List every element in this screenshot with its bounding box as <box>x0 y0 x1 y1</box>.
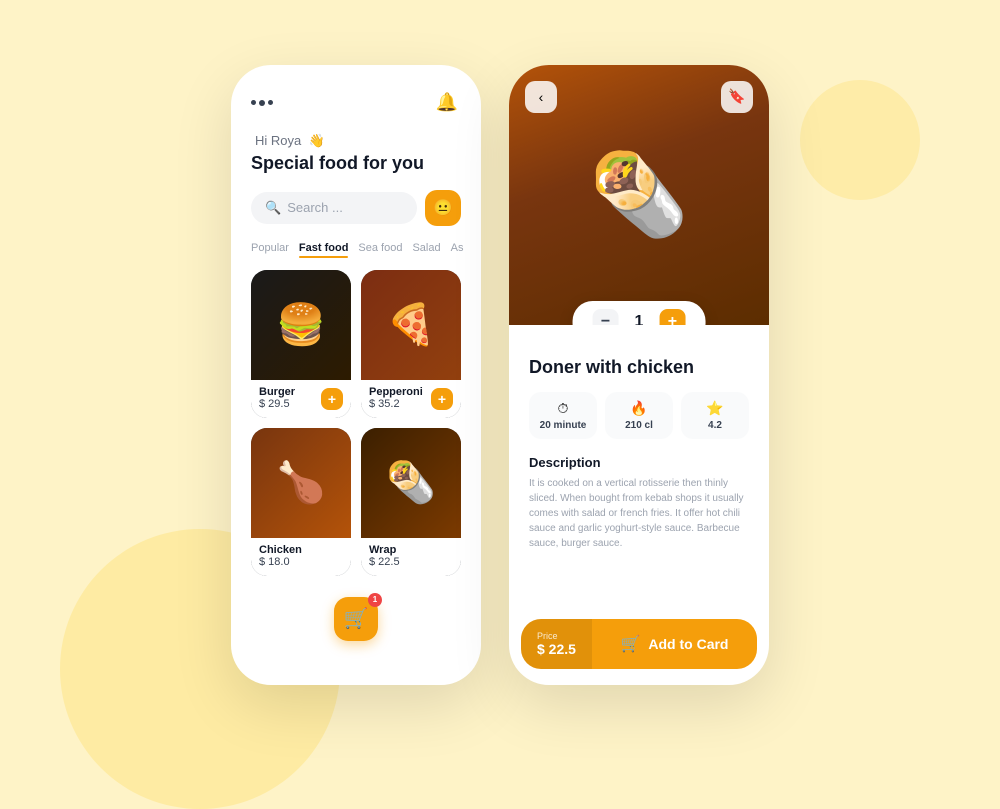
dot-3 <box>268 100 273 105</box>
search-input-wrap[interactable]: 🔍 Search ... <box>251 192 417 224</box>
description-title: Description <box>529 455 749 470</box>
price-label: Price <box>537 631 576 641</box>
wrap-price: $ 22.5 <box>369 556 453 568</box>
greeting-emoji: 👋 <box>309 133 325 148</box>
quantity-bar: − 1 + <box>573 301 706 325</box>
burger-image: 🍔 <box>251 270 351 380</box>
food-hero-image: 🌯 ‹ 🔖 − 1 + <box>509 65 769 325</box>
chicken-info: Chicken $ 18.0 <box>251 538 351 576</box>
stat-calories: 🔥 210 cl <box>605 392 673 439</box>
fire-icon: 🔥 <box>630 400 647 417</box>
food-card-chicken[interactable]: 🍗 Chicken $ 18.0 <box>251 428 351 576</box>
dot-2 <box>259 100 265 106</box>
tab-popular[interactable]: Popular <box>251 242 289 254</box>
chicken-price: $ 18.0 <box>259 556 343 568</box>
stats-row: ⏱ 20 minute 🔥 210 cl ⭐ 4.2 <box>529 392 749 439</box>
tab-seafood[interactable]: Sea food <box>358 242 402 254</box>
add-to-cart-label: Add to Card <box>648 636 728 652</box>
price-value: $ 22.5 <box>537 641 576 657</box>
search-icon: 🔍 <box>265 200 281 216</box>
greeting-name: Hi Roya <box>255 133 301 148</box>
wrap-image: 🌯 <box>361 428 461 538</box>
price-section: Price $ 22.5 <box>521 619 592 669</box>
stat-rating-value: 4.2 <box>708 420 722 431</box>
food-detail-name: Doner with chicken <box>529 357 749 378</box>
chicken-name: Chicken <box>259 544 343 556</box>
clock-icon: ⏱ <box>558 400 569 417</box>
chicken-image: 🍗 <box>251 428 351 538</box>
add-to-cart-bar[interactable]: Price $ 22.5 🛒 Add to Card <box>521 619 757 669</box>
stat-time: ⏱ 20 minute <box>529 392 597 439</box>
food-card-wrap[interactable]: 🌯 Wrap $ 22.5 <box>361 428 461 576</box>
bookmark-icon: 🔖 <box>728 88 745 105</box>
category-tabs: Popular Fast food Sea food Salad As <box>251 242 461 254</box>
right-phone: 🌯 ‹ 🔖 − 1 + Doner with chicken ⏱ <box>509 65 769 685</box>
pepperoni-add-button[interactable]: + <box>431 388 453 410</box>
cart-badge: 1 <box>368 593 382 607</box>
page-title: Special food for you <box>251 153 461 174</box>
food-grid: 🍔 Burger $ 29.5 + 🍕 Pepperoni $ 35.2 + 🍗 <box>251 270 461 576</box>
tab-as[interactable]: As <box>451 242 464 254</box>
stat-time-value: 20 minute <box>540 420 587 431</box>
back-chevron-icon: ‹ <box>539 89 544 105</box>
plus-icon: + <box>668 313 677 325</box>
food-detail: Doner with chicken ⏱ 20 minute 🔥 210 cl … <box>509 325 769 619</box>
search-bar: 🔍 Search ... 😐 <box>251 190 461 226</box>
minus-icon: − <box>601 313 610 325</box>
menu-dots-icon[interactable] <box>251 100 273 106</box>
pizza-image: 🍕 <box>361 270 461 380</box>
greeting-text: Hi Roya 👋 <box>251 133 461 149</box>
tab-fastfood[interactable]: Fast food <box>299 242 349 254</box>
star-icon: ⭐ <box>706 400 723 417</box>
avatar-button[interactable]: 😐 <box>425 190 461 226</box>
save-button[interactable]: 🔖 <box>721 81 753 113</box>
left-phone-header: 🔔 <box>251 89 461 117</box>
notification-bell-icon[interactable]: 🔔 <box>433 89 461 117</box>
description-text: It is cooked on a vertical rotisserie th… <box>529 476 749 551</box>
quantity-increase-button[interactable]: + <box>659 309 685 325</box>
food-card-burger[interactable]: 🍔 Burger $ 29.5 + <box>251 270 351 418</box>
wrap-info: Wrap $ 22.5 <box>361 538 461 576</box>
back-button[interactable]: ‹ <box>525 81 557 113</box>
quantity-decrease-button[interactable]: − <box>593 309 619 325</box>
stat-cal-value: 210 cl <box>625 420 653 431</box>
food-card-pepperoni[interactable]: 🍕 Pepperoni $ 35.2 + <box>361 270 461 418</box>
cart-icon: 🛒 <box>620 634 640 654</box>
dot-1 <box>251 100 256 105</box>
add-to-cart-button[interactable]: 🛒 Add to Card <box>592 634 757 654</box>
tab-salad[interactable]: Salad <box>412 242 440 254</box>
cart-float-button[interactable]: 🛒 1 <box>334 597 378 641</box>
burger-add-button[interactable]: + <box>321 388 343 410</box>
left-phone: 🔔 Hi Roya 👋 Special food for you 🔍 Searc… <box>231 65 481 685</box>
wrap-name: Wrap <box>369 544 453 556</box>
phones-container: 🔔 Hi Roya 👋 Special food for you 🔍 Searc… <box>231 65 769 685</box>
stat-rating: ⭐ 4.2 <box>681 392 749 439</box>
quantity-value: 1 <box>635 313 644 325</box>
search-placeholder: Search ... <box>287 200 343 215</box>
